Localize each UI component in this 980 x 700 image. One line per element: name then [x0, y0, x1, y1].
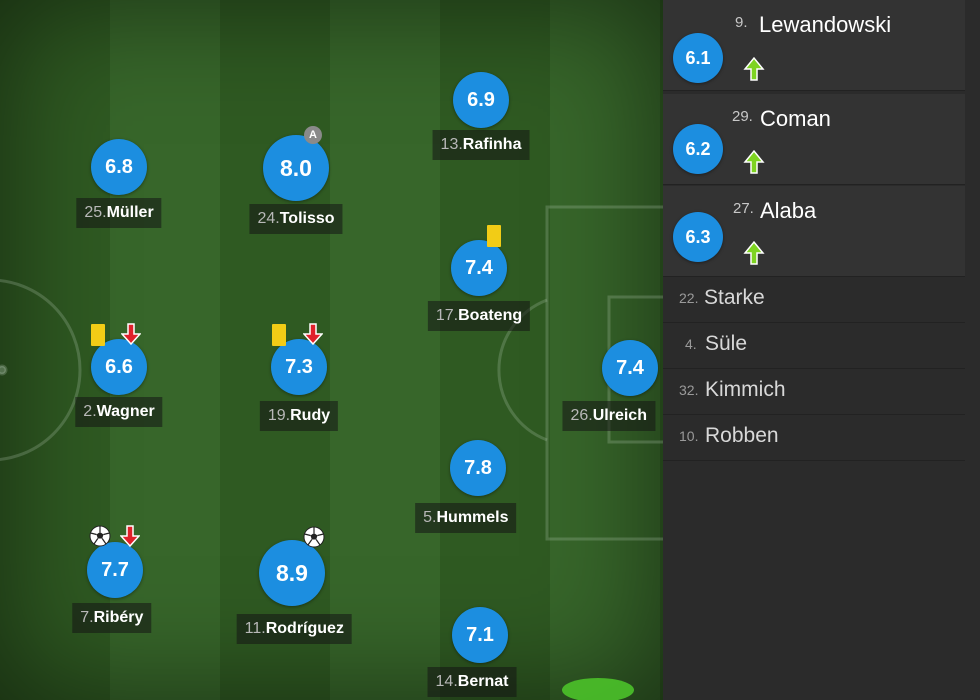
player-nameplate: 25.Müller [76, 198, 162, 228]
goal-ball-icon [89, 525, 111, 547]
player-nameplate: 5.Hummels [415, 503, 517, 533]
player-name: Kimmich [705, 378, 786, 401]
player-number: 10. [679, 428, 699, 444]
player-number: 7. [80, 609, 94, 626]
sub-on-arrow-icon [743, 149, 765, 174]
rating-bubble: 8.9 [259, 540, 325, 606]
player-number: 9. [735, 14, 748, 31]
player-number: 5. [423, 509, 437, 526]
player-name: Wagner [96, 403, 155, 420]
sub-off-arrow-icon [121, 323, 141, 346]
sub-on-arrow-icon [743, 56, 765, 81]
player-name: Robben [705, 424, 779, 447]
rating-bubble: 7.4 [451, 240, 507, 296]
player-number: 2. [83, 403, 97, 420]
player-name: Bernat [457, 673, 509, 690]
player-name: Starke [704, 286, 765, 309]
player-number: 25. [84, 204, 107, 221]
rating-bubble: 6.2 [673, 124, 723, 174]
player-name: Tolisso [279, 210, 335, 227]
watermark-logo [562, 678, 634, 700]
player-name: Alaba [760, 198, 817, 223]
rating-bubble: 7.1 [452, 607, 508, 663]
player-nameplate: 11.Rodríguez [236, 614, 352, 644]
rating-bubble: 7.7 [87, 542, 143, 598]
rating-bubble: 7.8 [450, 440, 506, 496]
player-name: Boateng [458, 307, 523, 324]
player-name: Coman [760, 106, 831, 131]
player-number: 4. [685, 336, 697, 352]
player-nameplate: 26.Ulreich [562, 401, 655, 431]
rating-bubble: 6.8 [91, 139, 147, 195]
player-number: 17. [435, 307, 459, 324]
player-name: Ulreich [592, 407, 647, 424]
player-name: Lewandowski [759, 12, 892, 37]
reserve-item[interactable]: 22. Starke [663, 277, 965, 323]
sub-off-arrow-icon [120, 525, 140, 548]
yellow-card-icon [91, 324, 105, 346]
player-number: 13. [440, 136, 463, 153]
yellow-card-icon [272, 324, 286, 346]
player-number: 11. [244, 620, 266, 637]
player-number: 26. [570, 407, 593, 424]
player-nameplate: 17.Boateng [427, 301, 531, 331]
rating-bubble: 6.3 [673, 212, 723, 262]
captain-badge-icon: A [304, 126, 322, 144]
player-name: Rafinha [462, 136, 522, 153]
player-nameplate: 7.Ribéry [72, 603, 152, 633]
yellow-card-icon [487, 225, 501, 247]
player-name: Hummels [436, 509, 509, 526]
bench-panel: 6.1 9. Lewandowski 6.2 29. Coman 6.3 27.… [663, 0, 980, 700]
sub-on-arrow-icon [743, 240, 765, 265]
reserve-item[interactable]: 32. Kimmich [663, 369, 965, 415]
rating-bubble: 8.0 [263, 135, 329, 201]
player-name: Rudy [290, 407, 331, 424]
player-nameplate: 19.Rudy [259, 401, 339, 431]
player-number: 14. [435, 673, 458, 690]
player-name: Ribéry [93, 609, 144, 626]
player-number: 27. [733, 200, 754, 217]
player-number: 32. [679, 382, 699, 398]
player-number: 24. [257, 210, 280, 227]
player-name: Müller [106, 204, 154, 221]
rating-bubble: 6.1 [673, 33, 723, 83]
player-nameplate: 24.Tolisso [249, 204, 343, 234]
player-number: 22. [679, 290, 699, 306]
substitute-item[interactable]: 6.2 29. Coman [663, 94, 965, 185]
player-nameplate: 13.Rafinha [432, 130, 530, 160]
reserve-item[interactable]: 10. Robben [663, 415, 965, 461]
rating-bubble: 7.4 [602, 340, 658, 396]
substitute-item[interactable]: 6.3 27. Alaba [663, 186, 965, 277]
player-number: 29. [732, 108, 753, 125]
player-name: Süle [705, 332, 748, 355]
substitute-item[interactable]: 6.1 9. Lewandowski [663, 0, 965, 91]
rating-bubble: 6.6 [91, 339, 147, 395]
sub-off-arrow-icon [303, 323, 323, 346]
rating-bubble: 6.9 [453, 72, 509, 128]
player-nameplate: 2.Wagner [75, 397, 163, 427]
pitch: 6.8 25.Müller 8.0 A 24.Tolisso 6.9 13.Ra… [0, 0, 663, 700]
reserve-item[interactable]: 4. Süle [663, 323, 965, 369]
goal-ball-icon [303, 526, 325, 548]
player-name: Rodríguez [265, 620, 344, 637]
player-number: 19. [267, 407, 291, 424]
player-nameplate: 14.Bernat [427, 667, 517, 697]
rating-bubble: 7.3 [271, 339, 327, 395]
